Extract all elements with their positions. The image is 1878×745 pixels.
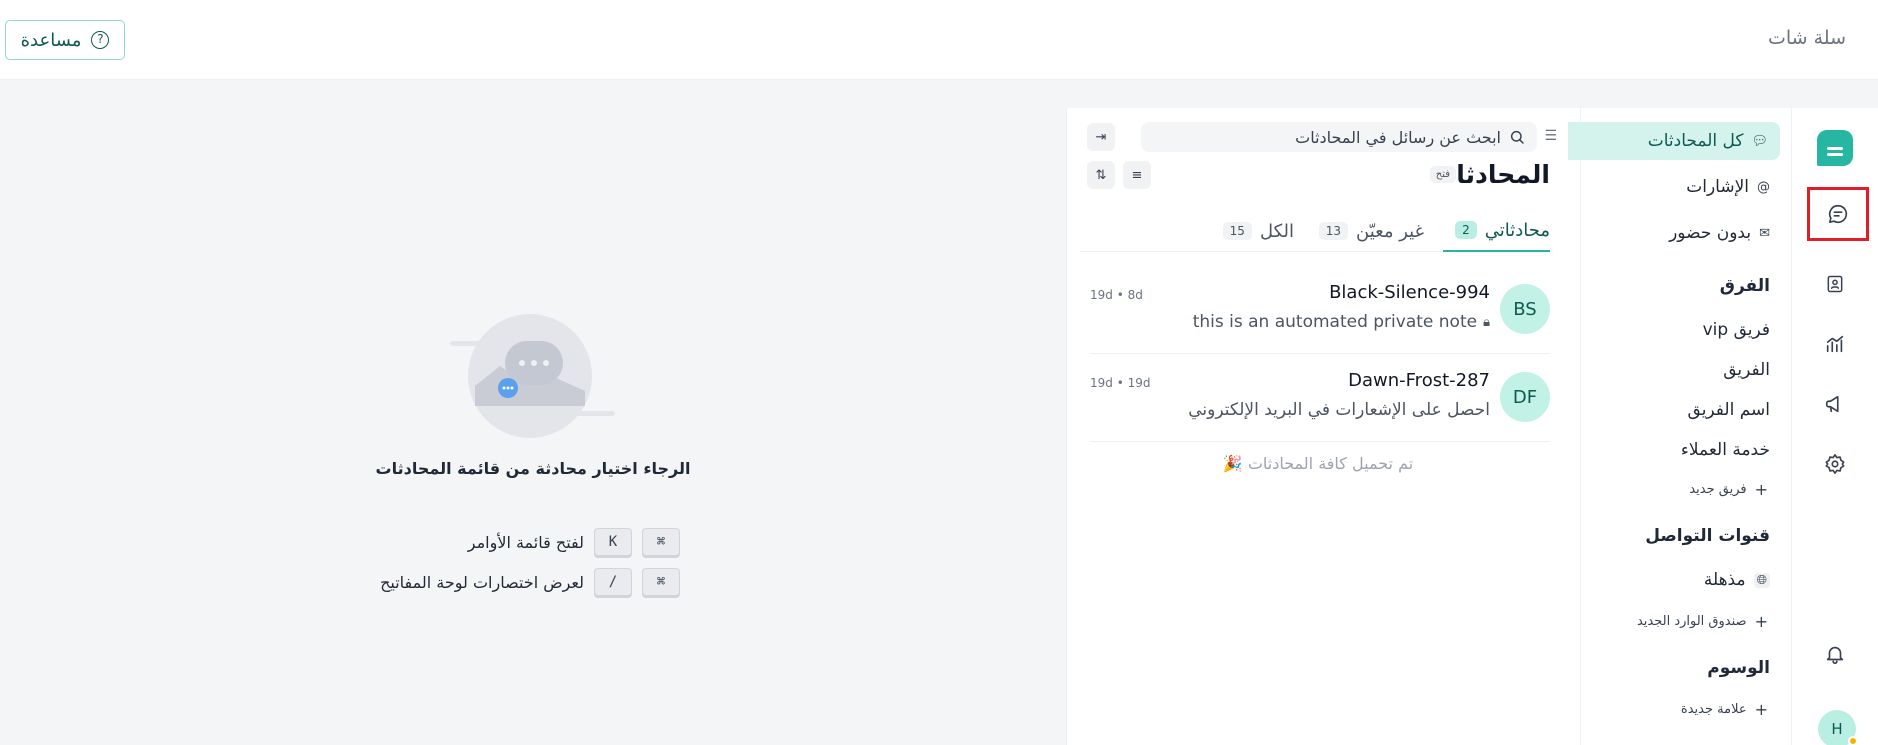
all-loaded-message: تم تحميل كافة المحادثات 🎉 xyxy=(1222,454,1414,473)
icon-rail: H xyxy=(1791,108,1878,745)
conversation-time: 19d • 19d xyxy=(1090,376,1151,390)
avatar: DF xyxy=(1500,372,1550,422)
chat-bubble-icon xyxy=(1828,204,1848,224)
tab-all[interactable]: الكل 15 xyxy=(1222,210,1294,252)
at-sign-icon: @ xyxy=(1757,179,1770,195)
plus-icon: + xyxy=(1754,700,1768,719)
collapse-panel-button[interactable]: ⇥ xyxy=(1087,123,1115,151)
kbd-key: / xyxy=(594,568,632,596)
kbd-key: K xyxy=(594,528,632,556)
settings-rail-button[interactable] xyxy=(1813,442,1857,486)
nav-team-vip[interactable]: فريق vip xyxy=(1703,320,1770,340)
nav-team[interactable]: الفريق xyxy=(1723,360,1770,380)
gear-icon xyxy=(1825,454,1845,474)
envelope-icon: ✉ xyxy=(1759,225,1770,241)
campaigns-rail-button[interactable] xyxy=(1813,382,1857,426)
channels-section-title: قنوات التواصل xyxy=(1645,526,1770,546)
kbd-key: ⌘ xyxy=(642,568,680,596)
contact-name: Dawn-Frost-287 xyxy=(1348,370,1490,391)
conversation-item[interactable]: DF Dawn-Frost-287 احصل على الإشعارات في … xyxy=(1090,354,1550,442)
notifications-rail-button[interactable] xyxy=(1813,632,1857,676)
last-message: احصل على الإشعارات في البريد الإلكتروني xyxy=(1188,400,1490,420)
header-band xyxy=(0,80,1878,108)
sort-arrows-icon: ⇅ xyxy=(1095,167,1107,183)
sort-button[interactable]: ⇅ xyxy=(1087,161,1115,189)
labels-section-title: الوسوم xyxy=(1707,658,1770,678)
megaphone-icon xyxy=(1825,395,1839,413)
nav-all-conversations[interactable]: 💬︎ كل المحادثات xyxy=(1562,122,1780,160)
reports-rail-button[interactable] xyxy=(1813,322,1857,366)
shortcut-keyboard-shortcuts: ⌘ / لعرض اختصارات لوحة المفاتيح xyxy=(380,568,680,596)
contact-book-icon xyxy=(1827,275,1843,293)
top-bar: سلة شات ? مساعدة xyxy=(0,0,1878,80)
new-inbox-button[interactable]: + صندوق الوارد الجديد xyxy=(1637,612,1768,631)
party-popper-icon: 🎉 xyxy=(1222,454,1243,473)
empty-chat-illustration xyxy=(450,314,615,438)
avatar: BS xyxy=(1500,284,1550,334)
nav-team-name[interactable]: اسم الفريق xyxy=(1688,400,1770,420)
status-badge[interactable]: فتح xyxy=(1429,166,1456,183)
help-label: مساعدة xyxy=(20,29,82,51)
help-button[interactable]: ? مساعدة xyxy=(5,20,125,60)
status-dot xyxy=(1848,736,1858,745)
teams-section-title: الفرق xyxy=(1719,276,1770,296)
chat-bubble-icon: 💬︎ xyxy=(1751,133,1768,149)
filter-button[interactable]: ≡ xyxy=(1123,161,1151,189)
tab-unassigned[interactable]: غير معيّن 13 xyxy=(1318,210,1424,252)
conversation-list-panel: ⇥ ابحث عن رسائل في المحادثات ☰ المحادثات… xyxy=(1066,108,1568,745)
search-row: ⇥ ابحث عن رسائل في المحادثات ☰ xyxy=(1087,122,1557,152)
nav-mentions[interactable]: @ الإشارات xyxy=(1674,168,1782,206)
filter-icon: ≡ xyxy=(1131,167,1143,183)
search-icon xyxy=(1510,130,1524,144)
new-team-button[interactable]: + فريق جديد xyxy=(1689,480,1768,499)
bell-icon xyxy=(1826,646,1844,664)
nav-sidebar: 💬︎ كل المحادثات @ الإشارات ✉ بدون حضور ا… xyxy=(1562,108,1790,745)
menu-lines-icon[interactable]: ☰ xyxy=(1544,128,1557,144)
plus-icon: + xyxy=(1754,612,1768,631)
plus-icon: + xyxy=(1754,480,1768,499)
tab-mine[interactable]: محادثاتي 2 xyxy=(1443,210,1550,252)
app-logo-icon[interactable] xyxy=(1817,130,1853,166)
conversations-rail-button[interactable] xyxy=(1807,187,1869,241)
conversation-tabs: محادثاتي 2 غير معيّن 13 الكل 15 xyxy=(1080,210,1550,252)
new-label-button[interactable]: + علامة جديدة xyxy=(1681,700,1768,719)
chart-trend-icon xyxy=(1826,335,1844,353)
question-icon: ? xyxy=(91,31,110,49)
conversation-detail-empty: الرجاء اختيار محادثة من قائمة المحادثات … xyxy=(0,108,1066,745)
kbd-key: ⌘ xyxy=(642,528,680,556)
conversation-time: 19d • 8d xyxy=(1090,288,1143,302)
contacts-rail-button[interactable] xyxy=(1813,262,1857,306)
globe-icon: 🌐︎ xyxy=(1753,572,1770,588)
nav-customer-service[interactable]: خدمة العملاء xyxy=(1681,440,1770,460)
nav-unattended[interactable]: ✉ بدون حضور xyxy=(1657,214,1782,252)
arrow-collapse-icon: ⇥ xyxy=(1095,129,1107,145)
lock-icon: 🔒︎ xyxy=(1483,314,1490,330)
empty-state-message: الرجاء اختيار محادثة من قائمة المحادثات xyxy=(375,459,691,478)
user-avatar[interactable]: H xyxy=(1818,710,1858,745)
nav-channel-amazing[interactable]: 🌐︎ مذهلة xyxy=(1704,570,1770,590)
shortcut-label: لفتح قائمة الأوامر xyxy=(467,532,584,552)
app-brand: سلة شات xyxy=(1767,27,1846,49)
contact-name: Black-Silence-994 xyxy=(1329,282,1490,303)
shortcut-label: لعرض اختصارات لوحة المفاتيح xyxy=(380,572,584,592)
search-input[interactable]: ابحث عن رسائل في المحادثات xyxy=(1141,122,1537,152)
shortcut-command-menu: ⌘ K لفتح قائمة الأوامر xyxy=(468,528,680,556)
conversation-item[interactable]: BS Black-Silence-994 🔒︎ this is an autom… xyxy=(1090,266,1550,354)
last-message: 🔒︎ this is an automated private note xyxy=(1192,312,1490,332)
